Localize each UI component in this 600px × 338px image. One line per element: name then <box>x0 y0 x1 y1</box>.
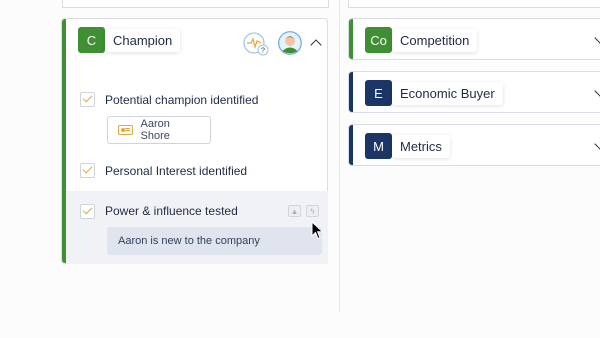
column-divider <box>339 0 340 312</box>
metrics-title: Metrics <box>392 135 450 158</box>
metrics-accent-bar <box>349 125 353 165</box>
item-label-potential-champion: Potential champion identified <box>105 93 259 107</box>
champion-badge: C <box>78 27 105 53</box>
mouse-cursor-icon <box>311 220 324 245</box>
previous-card-bottom-left <box>62 0 329 8</box>
competition-title: Competition <box>392 29 478 52</box>
economic-buyer-badge: E <box>365 80 392 106</box>
chevron-down-icon[interactable] <box>594 138 600 150</box>
metrics-card[interactable]: M Metrics <box>348 124 600 166</box>
avatar-icon[interactable] <box>278 31 302 55</box>
champion-card: C Champion ? Potential champion identifi… <box>61 18 328 264</box>
checkbox-potential-champion[interactable] <box>80 92 95 107</box>
lightning-icon[interactable]: ϟ <box>306 205 319 217</box>
contact-card-icon <box>118 125 133 135</box>
competition-badge: Co <box>365 27 392 53</box>
item-note: Aaron is new to the company <box>107 227 322 255</box>
checkbox-power-influence[interactable] <box>80 204 95 219</box>
warning-icon[interactable]: ▲ <box>288 205 301 217</box>
checkbox-personal-interest[interactable] <box>80 163 95 178</box>
item-label-personal-interest: Personal Interest identified <box>105 164 248 178</box>
economic-buyer-title: Economic Buyer <box>392 82 503 105</box>
metrics-badge: M <box>365 133 392 159</box>
competition-accent-bar <box>349 19 353 59</box>
chevron-down-icon[interactable] <box>594 85 600 97</box>
item-label-power-influence: Power & influence tested <box>105 204 238 218</box>
previous-card-bottom-right <box>348 0 600 8</box>
economic-buyer-accent-bar <box>349 72 353 112</box>
economic-buyer-card[interactable]: E Economic Buyer <box>348 71 600 113</box>
chevron-down-icon[interactable] <box>594 32 600 44</box>
activity-question-icon[interactable]: ? <box>243 32 269 56</box>
chevron-up-icon[interactable] <box>310 39 322 51</box>
champion-title: Champion <box>105 29 181 52</box>
competition-card[interactable]: Co Competition <box>348 18 600 60</box>
contact-chip[interactable]: Aaron Shore <box>107 116 211 144</box>
svg-text:?: ? <box>261 48 265 55</box>
contact-name: Aaron Shore <box>140 118 170 142</box>
